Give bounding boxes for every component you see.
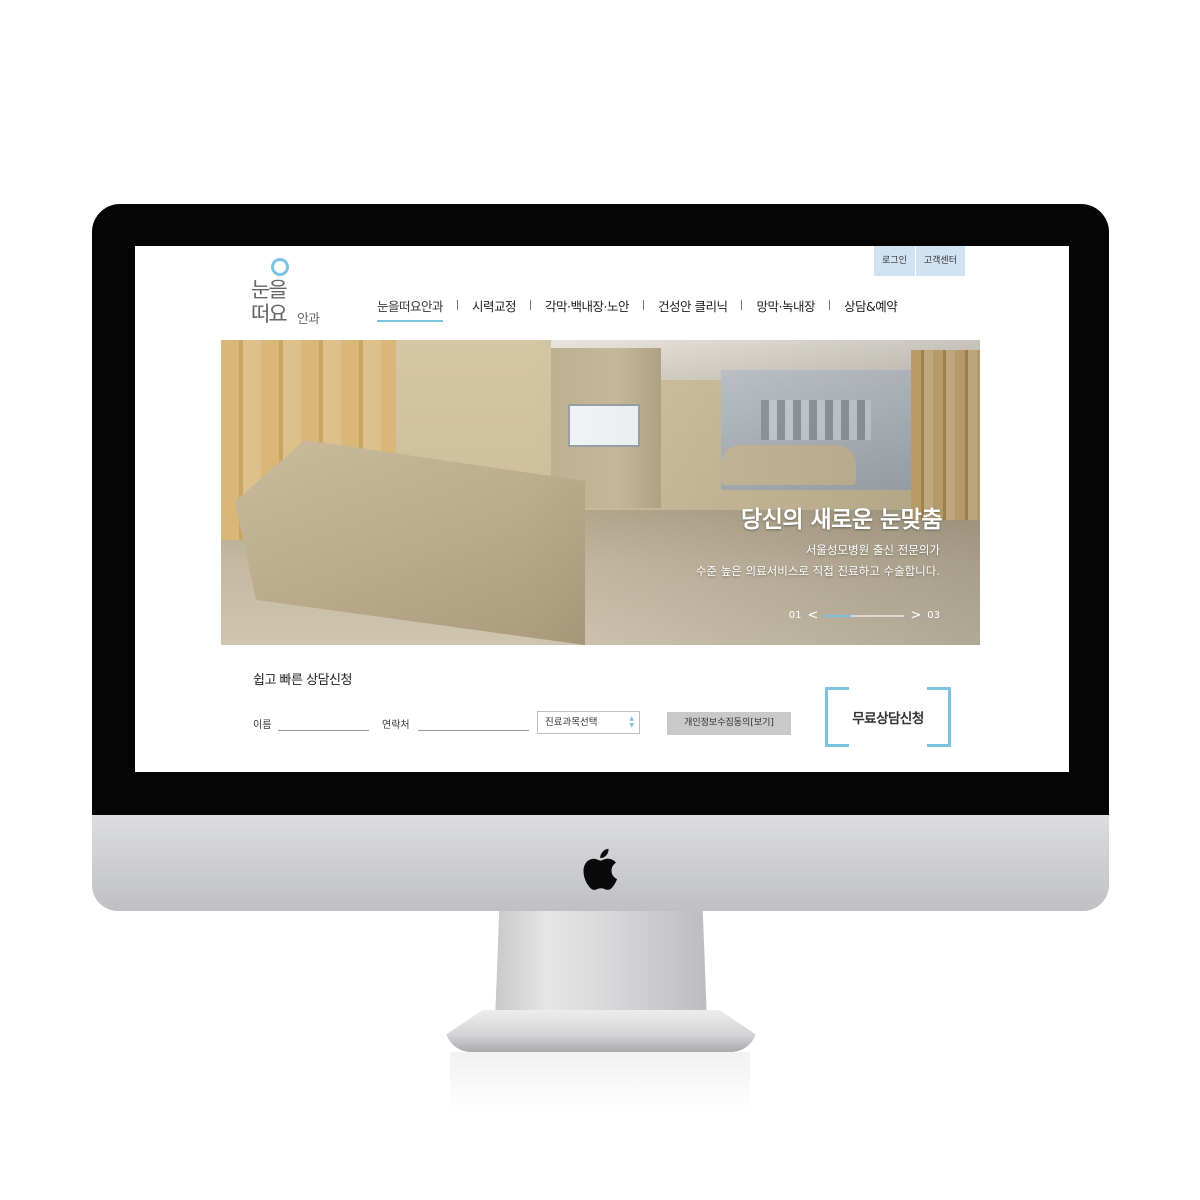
active-underline bbox=[377, 319, 444, 322]
pager-start: 01 bbox=[788, 610, 802, 621]
nav-separator bbox=[530, 300, 532, 310]
nav-item-vision-correction[interactable]: 시력교정 bbox=[472, 296, 517, 315]
hero-slider[interactable]: 당신의 새로운 눈맞춤 서울성모병원 출신 전문의가 수준 높은 의료서비스로 … bbox=[221, 340, 980, 645]
nav-separator bbox=[741, 300, 743, 310]
department-select[interactable]: 진료과목선택 ▲ ▼ bbox=[537, 711, 640, 734]
department-select-value: 진료과목선택 bbox=[545, 717, 598, 728]
nav-item-about-label: 눈을떠요안과 bbox=[377, 298, 444, 314]
pager-end: 03 bbox=[927, 610, 940, 621]
nav-item-consult-reserve[interactable]: 상담&예약 bbox=[844, 296, 898, 315]
hero-subtitle-line1: 서울성모병원 출신 전문의가 bbox=[805, 543, 940, 557]
button-corner bbox=[927, 737, 951, 747]
pager-progress-fill bbox=[824, 614, 851, 617]
site-logo[interactable]: 눈을 떠요 안과 bbox=[251, 256, 331, 332]
imac-stand-base bbox=[445, 1010, 757, 1052]
website-screen: 로그인 고객센터 눈을 떠요 안과 눈을떠요안과 시력교정 각막·백내장·노안 … bbox=[135, 246, 1069, 772]
phone-label: 연락처 bbox=[382, 720, 410, 731]
stand-reflection bbox=[450, 1052, 750, 1112]
slider-pager: 01 < > 03 bbox=[789, 608, 940, 623]
button-corner bbox=[825, 687, 849, 697]
utility-nav: 로그인 고객센터 bbox=[873, 246, 965, 276]
nav-item-cornea-cataract[interactable]: 각막·백내장·노안 bbox=[545, 296, 629, 315]
imac-stand-neck bbox=[495, 911, 707, 1021]
name-label: 이름 bbox=[253, 720, 272, 731]
privacy-consent-button[interactable]: 개인정보수집동의[보기] bbox=[667, 712, 791, 735]
hero-subtitle-line2: 수준 높은 의료서비스로 직접 진료하고 수술합니다. bbox=[695, 564, 940, 578]
pager-progress-track bbox=[824, 614, 905, 617]
phone-field[interactable] bbox=[418, 730, 529, 731]
select-arrows-icon: ▲ ▼ bbox=[629, 715, 634, 729]
button-corner bbox=[825, 737, 849, 747]
nav-item-about[interactable]: 눈을떠요안과 bbox=[377, 296, 444, 322]
hero-title: 당신의 새로운 눈맞춤 bbox=[741, 507, 942, 533]
nav-separator bbox=[828, 300, 830, 310]
monitor-chin bbox=[92, 815, 1109, 911]
free-consult-label: 무료상담신청 bbox=[852, 711, 924, 727]
nav-item-retina-glaucoma[interactable]: 망막·녹내장 bbox=[756, 296, 815, 315]
nav-separator bbox=[642, 300, 644, 310]
consult-title: 쉽고 빠른 상담신청 bbox=[253, 673, 352, 688]
free-consult-button[interactable]: 무료상담신청 bbox=[825, 687, 951, 747]
hero-overlay bbox=[221, 340, 980, 645]
nav-separator bbox=[457, 300, 459, 310]
nav-item-dry-eye[interactable]: 건성안 클리닉 bbox=[658, 296, 728, 315]
apple-logo-icon bbox=[583, 848, 617, 890]
hero-subtitle: 서울성모병원 출신 전문의가 수준 높은 의료서비스로 직접 진료하고 수술합니… bbox=[696, 540, 940, 582]
name-field[interactable] bbox=[278, 730, 369, 731]
customer-center-link[interactable]: 고객센터 bbox=[915, 246, 965, 276]
login-link[interactable]: 로그인 bbox=[874, 246, 915, 276]
main-nav: 눈을떠요안과 시력교정 각막·백내장·노안 건성안 클리닉 망막·녹내장 상담&… bbox=[377, 294, 898, 322]
logo-small: 안과 bbox=[297, 312, 320, 327]
chevron-right-icon[interactable]: > bbox=[910, 608, 921, 623]
chevron-left-icon[interactable]: < bbox=[807, 608, 818, 623]
button-corner bbox=[927, 687, 951, 697]
logo-line2: 떠요 bbox=[251, 302, 288, 326]
